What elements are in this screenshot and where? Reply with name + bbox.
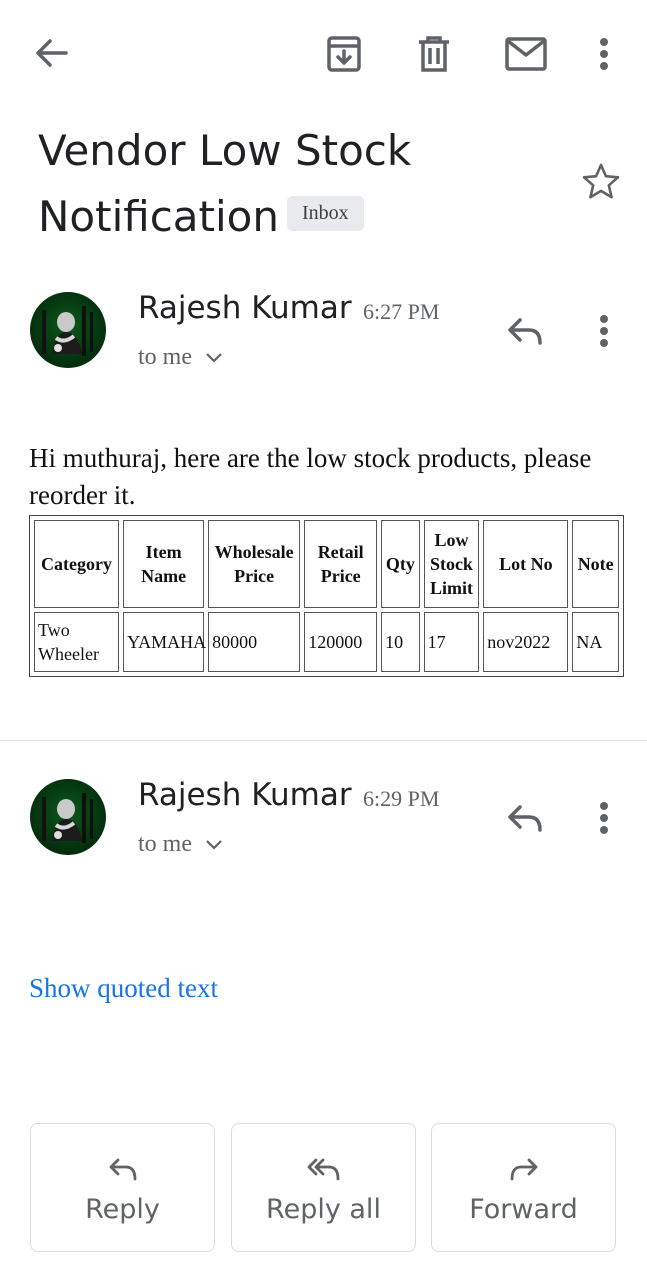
reply-button[interactable] — [504, 312, 546, 350]
table-cell: 80000 — [208, 612, 301, 672]
inbox-label-badge[interactable]: Inbox — [287, 196, 364, 231]
more-options-button[interactable] — [590, 34, 618, 74]
forward-icon — [509, 1156, 539, 1182]
table-cell: 10 — [381, 612, 420, 672]
mark-unread-button[interactable] — [502, 34, 550, 74]
sender-avatar[interactable] — [30, 292, 106, 368]
message-divider — [0, 740, 647, 741]
email-subject: Vendor Low Stock Notification Inbox — [38, 118, 558, 250]
table-row: Two Wheeler YAMAHA 80000 120000 10 17 no… — [34, 612, 619, 672]
reply-all-icon — [307, 1156, 341, 1182]
table-header-cell: Lot No — [483, 520, 569, 608]
forward-action-button[interactable]: Forward — [431, 1123, 616, 1252]
table-cell: 120000 — [304, 612, 378, 672]
table-cell: Two Wheeler — [34, 612, 120, 672]
more-vert-icon — [600, 315, 608, 347]
table-header-cell: Wholesale Price — [208, 520, 301, 608]
message-more-button[interactable] — [590, 312, 618, 350]
recipient-details-toggle[interactable]: to me — [138, 344, 222, 371]
table-header-cell: Category — [34, 520, 120, 608]
low-stock-table: Category Item Name Wholesale Price Retai… — [29, 515, 624, 677]
more-vert-icon — [600, 38, 608, 70]
table-header-row: Category Item Name Wholesale Price Retai… — [34, 520, 619, 608]
table-header-cell: Qty — [381, 520, 420, 608]
message-time: 6:29 PM — [363, 786, 440, 811]
chevron-down-icon — [206, 839, 222, 850]
archive-button[interactable] — [322, 32, 366, 76]
table-cell: 17 — [423, 612, 480, 672]
reply-icon — [508, 318, 542, 345]
table-cell: NA — [572, 612, 619, 672]
more-vert-icon — [600, 802, 608, 834]
star-button[interactable] — [580, 160, 622, 202]
recipient-label: to me — [138, 344, 192, 370]
avatar-image — [42, 306, 93, 356]
back-button[interactable] — [28, 32, 74, 74]
table-cell: nov2022 — [483, 612, 569, 672]
table-header-cell: Low Stock Limit — [423, 520, 480, 608]
show-quoted-text-link[interactable]: Show quoted text — [29, 973, 218, 1004]
sender-name[interactable]: Rajesh Kumar — [138, 290, 352, 326]
trash-icon — [419, 36, 449, 72]
reply-all-label: Reply all — [266, 1194, 381, 1225]
recipient-label: to me — [138, 831, 192, 857]
chevron-down-icon — [206, 352, 222, 363]
table-cell: YAMAHA — [123, 612, 206, 672]
table-header-cell: Note — [572, 520, 619, 608]
reply-button[interactable] — [504, 799, 546, 837]
mail-icon — [505, 37, 547, 71]
avatar-image — [42, 793, 93, 843]
sender-avatar[interactable] — [30, 779, 106, 855]
reply-icon — [108, 1156, 138, 1182]
sender-name[interactable]: Rajesh Kumar — [138, 777, 352, 813]
table-header-cell: Retail Price — [304, 520, 378, 608]
reply-action-button[interactable]: Reply — [30, 1123, 215, 1252]
recipient-details-toggle[interactable]: to me — [138, 831, 222, 858]
reply-icon — [508, 805, 542, 832]
message-more-button[interactable] — [590, 799, 618, 837]
forward-label: Forward — [469, 1194, 578, 1225]
archive-icon — [327, 36, 361, 72]
message-body: Hi muthuraj, here are the low stock prod… — [29, 443, 592, 510]
star-outline-icon — [582, 163, 620, 199]
table-header-cell: Item Name — [123, 520, 205, 608]
delete-button[interactable] — [414, 32, 454, 76]
reply-label: Reply — [85, 1194, 160, 1225]
arrow-back-icon — [36, 39, 68, 67]
message-time: 6:27 PM — [363, 299, 440, 324]
reply-all-action-button[interactable]: Reply all — [231, 1123, 416, 1252]
